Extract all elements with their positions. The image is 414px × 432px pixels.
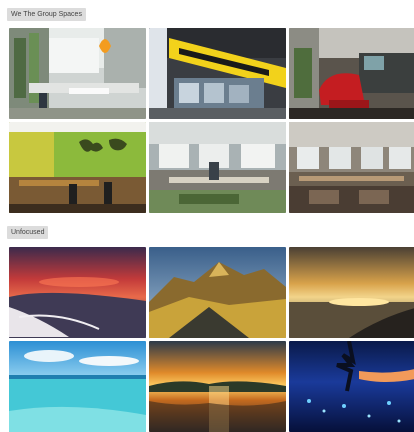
- photo-tile[interactable]: [149, 28, 286, 119]
- photo-tile[interactable]: [289, 122, 414, 213]
- photo-tile[interactable]: [149, 122, 286, 213]
- photo-tile[interactable]: [149, 247, 286, 338]
- photo-tile[interactable]: [9, 122, 146, 213]
- photo-grid-unfocused: [9, 247, 414, 432]
- section-label-unfocused: Unfocused: [7, 226, 49, 239]
- photo-grid-spaces: [9, 28, 414, 213]
- photo-tile[interactable]: [289, 341, 414, 432]
- photo-tile[interactable]: [149, 341, 286, 432]
- photo-tile[interactable]: [9, 247, 146, 338]
- photo-tile[interactable]: [9, 341, 146, 432]
- photo-tile[interactable]: [289, 28, 414, 119]
- section-label-spaces: We The Group Spaces: [7, 8, 86, 21]
- photo-tile[interactable]: [9, 28, 146, 119]
- photo-tile[interactable]: [289, 247, 414, 338]
